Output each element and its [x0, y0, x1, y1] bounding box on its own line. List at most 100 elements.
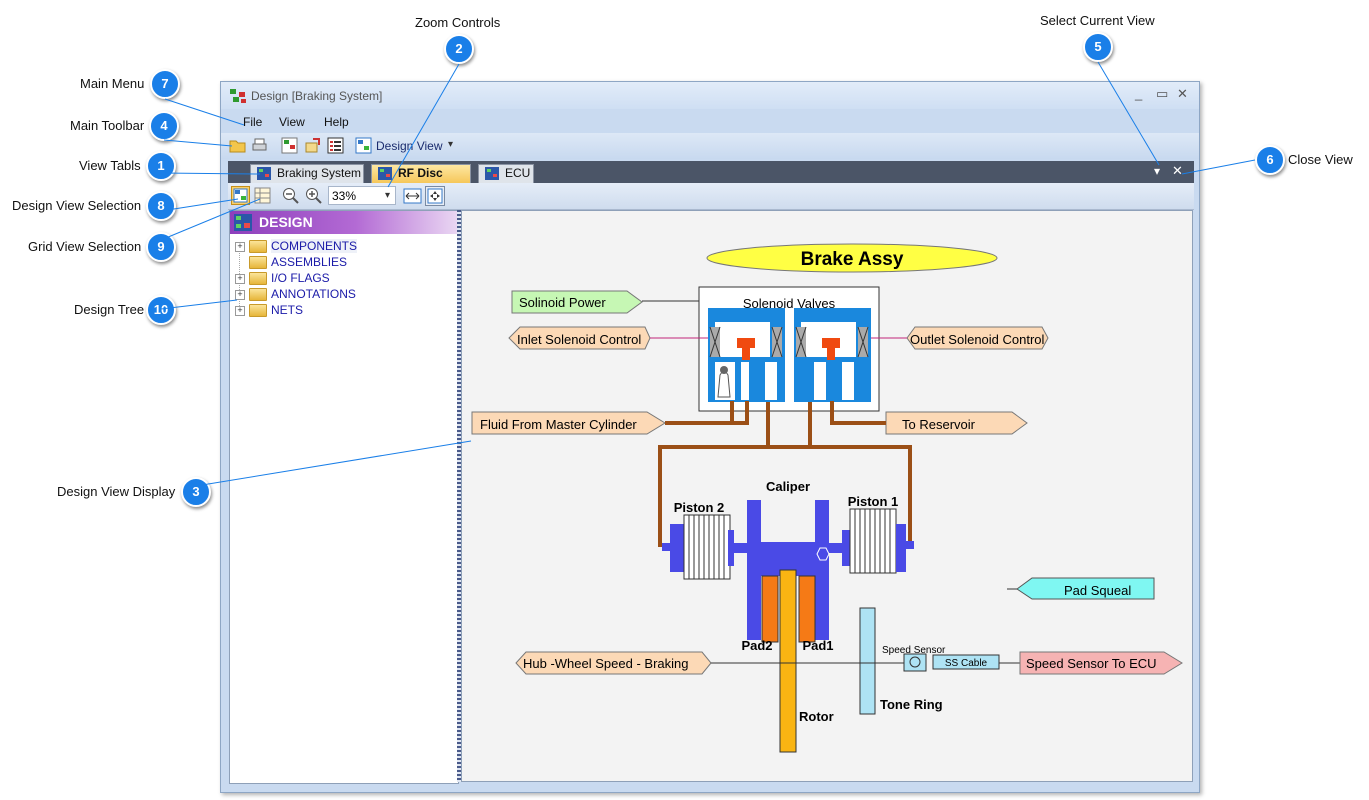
- tree-items: + COMPONENTS ASSEMBLIES + I/O FLAGS + AN…: [230, 238, 458, 328]
- callout-grid-view-selection-label: Grid View Selection: [28, 239, 142, 254]
- design-tree-icon: [234, 214, 252, 231]
- pad-1: [798, 575, 816, 643]
- tab-braking-system[interactable]: Braking System: [250, 164, 364, 183]
- callout-close-view-label: Close View: [1288, 152, 1353, 167]
- speed-to-ecu-label: Speed Sensor To ECU: [1026, 656, 1157, 671]
- close-view-button[interactable]: ✕: [1172, 163, 1183, 179]
- folder-icon: [249, 272, 267, 285]
- callout-view-tabs-label: View Tabls: [79, 158, 141, 173]
- callout-design-view-selection-label: Design View Selection: [12, 198, 142, 213]
- design-view-selector[interactable]: Design View: [376, 139, 442, 153]
- zoom-in-icon[interactable]: [305, 187, 323, 205]
- inlet-control-label: Inlet Solenoid Control: [517, 332, 641, 347]
- select-view-button[interactable]: ▾: [1154, 164, 1160, 178]
- tree-expand-toggle[interactable]: +: [235, 274, 245, 284]
- menu-help[interactable]: Help: [324, 115, 349, 129]
- tree-item-components[interactable]: COMPONENTS: [271, 239, 358, 253]
- design-view-selection-icon[interactable]: [231, 186, 250, 205]
- callout-badge-5: 5: [1083, 32, 1113, 62]
- zoom-dropdown-icon[interactable]: ▾: [385, 190, 390, 201]
- callout-main-menu-label: Main Menu: [80, 76, 145, 91]
- pad-2: [761, 575, 779, 643]
- callout-badge-2: 2: [444, 34, 474, 64]
- tree-item-assemblies[interactable]: ASSEMBLIES: [271, 255, 347, 269]
- callout-main-toolbar-label: Main Toolbar: [70, 118, 145, 133]
- caliper-left-arm: [747, 500, 761, 640]
- diagram-title: Brake Assy: [801, 249, 904, 270]
- main-toolbar: Design View ▾: [221, 133, 1199, 159]
- fluid-from-label: Fluid From Master Cylinder: [480, 417, 637, 432]
- brake-assy-diagram: Brake Assy Solinoid Power Solenoid Valve…: [471, 243, 1183, 753]
- close-window-button[interactable]: ✕: [1177, 86, 1188, 102]
- maximize-button[interactable]: ▭: [1156, 86, 1168, 102]
- design-tree: DESIGN + COMPONENTS ASSEMBLIES + I/O FLA…: [229, 210, 459, 784]
- tab-label: Braking System: [277, 166, 362, 180]
- design-view-dropdown-icon[interactable]: ▾: [448, 139, 453, 150]
- design-tab-icon: [257, 167, 271, 180]
- caliper-right-arm: [815, 500, 829, 640]
- design-tab-icon: [485, 167, 499, 180]
- design-icon[interactable]: [281, 137, 298, 154]
- main-menu: File View Help: [221, 109, 1199, 133]
- fit-width-icon[interactable]: [403, 187, 422, 205]
- piston-2: [662, 514, 734, 580]
- piston-1-label: Piston 1: [848, 494, 899, 509]
- fit-page-icon[interactable]: [425, 186, 445, 206]
- title-bar: Design [Braking System] _ ▭ ✕: [221, 82, 1199, 109]
- tree-item-nets[interactable]: NETS: [271, 303, 303, 317]
- list-icon[interactable]: [327, 137, 344, 154]
- minimize-button[interactable]: _: [1135, 86, 1142, 101]
- piston-1: [842, 508, 914, 574]
- tab-label: ECU: [505, 166, 531, 180]
- pad-2-label: Pad2: [741, 638, 772, 653]
- callout-select-view-label: Select Current View: [1040, 13, 1155, 28]
- export-icon[interactable]: [304, 137, 321, 154]
- ss-cable-label: SS Cable: [945, 658, 988, 669]
- callout-badge-4: 4: [149, 111, 179, 141]
- callout-design-view-display-label: Design View Display: [57, 484, 176, 499]
- piston-2-label: Piston 2: [674, 500, 725, 515]
- tone-ring-label: Tone Ring: [880, 697, 943, 712]
- zoom-out-icon[interactable]: [282, 187, 300, 205]
- callout-badge-6: 6: [1255, 145, 1285, 175]
- callout-badge-1: 1: [146, 151, 176, 181]
- callout-design-tree-label: Design Tree: [74, 302, 145, 317]
- tone-ring[interactable]: [859, 607, 876, 715]
- design-tab-icon: [378, 167, 392, 180]
- tab-ecu[interactable]: ECU: [478, 164, 534, 183]
- callout-badge-9: 9: [146, 232, 176, 262]
- view-toolbar: 33% ▾: [228, 183, 1194, 210]
- app-icon: [230, 89, 246, 103]
- grid-view-selection-icon[interactable]: [253, 186, 272, 205]
- print-icon[interactable]: [251, 137, 268, 154]
- tree-expand-toggle[interactable]: +: [235, 306, 245, 316]
- tree-expand-toggle[interactable]: +: [235, 242, 245, 252]
- tree-item-io-flags[interactable]: I/O FLAGS: [271, 271, 330, 285]
- tree-expand-toggle[interactable]: +: [235, 290, 245, 300]
- caliper-label: Caliper: [766, 479, 810, 494]
- design-tree-title: DESIGN: [259, 214, 313, 230]
- callout-badge-3: 3: [181, 477, 211, 507]
- tab-rf-disc-assy[interactable]: RF Disc Assy: [371, 164, 471, 197]
- rotor[interactable]: [779, 569, 797, 753]
- folder-icon: [249, 240, 267, 253]
- solenoid-power-label: Solinoid Power: [519, 295, 606, 310]
- hub-speed-label: Hub -Wheel Speed - Braking: [523, 656, 688, 671]
- menu-view[interactable]: View: [279, 115, 305, 129]
- callout-badge-10: 10: [146, 295, 176, 325]
- callout-zoom-controls-label: Zoom Controls: [415, 15, 501, 30]
- folder-icon: [249, 256, 267, 269]
- pad-1-label: Pad1: [802, 638, 833, 653]
- callout-badge-7: 7: [150, 69, 180, 99]
- outlet-control-label: Outlet Solenoid Control: [910, 332, 1045, 347]
- design-view-icon[interactable]: [355, 137, 372, 154]
- callout-badge-8: 8: [146, 191, 176, 221]
- window-title: Design [Braking System]: [251, 89, 383, 103]
- rotor-label: Rotor: [799, 709, 834, 724]
- folder-icon: [249, 288, 267, 301]
- tree-item-annotations[interactable]: ANNOTATIONS: [271, 287, 356, 301]
- open-folder-icon[interactable]: [229, 137, 246, 154]
- design-view-display[interactable]: Brake Assy Solinoid Power Solenoid Valve…: [461, 210, 1193, 782]
- menu-file[interactable]: File: [243, 115, 262, 129]
- design-tree-header: DESIGN: [230, 211, 458, 234]
